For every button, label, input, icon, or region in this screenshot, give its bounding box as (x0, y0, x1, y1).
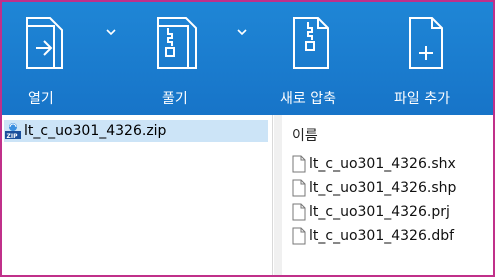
document-icon (292, 155, 306, 173)
add-file-button[interactable]: 파일 추가 (392, 16, 472, 112)
open-dropdown-icon[interactable] (106, 28, 116, 36)
extract-dropdown-icon[interactable] (237, 28, 247, 36)
extract-label: 풀기 (162, 91, 188, 107)
file-row[interactable]: lt_c_uo301_4326.shx (292, 153, 456, 175)
file-plus-icon (409, 17, 443, 69)
open-button[interactable]: 열기 (24, 16, 84, 112)
pane-splitter[interactable] (274, 115, 282, 275)
file-name: lt_c_uo301_4326.shx (309, 156, 456, 172)
extract-button[interactable]: 풀기 (156, 16, 216, 112)
folder-zip-icon (157, 17, 197, 69)
document-icon (292, 179, 306, 197)
document-icon (292, 227, 306, 245)
new-archive-label: 새로 압축 (280, 91, 336, 107)
file-row[interactable]: lt_c_uo301_4326.shp (292, 177, 456, 199)
column-header-name[interactable]: 이름 (292, 125, 318, 145)
document-icon (292, 203, 306, 221)
folder-tree: ZIP lt_c_uo301_4326.zip (2, 115, 273, 275)
file-row[interactable]: lt_c_uo301_4326.dbf (292, 225, 454, 247)
file-name: lt_c_uo301_4326.prj (309, 204, 450, 220)
open-label: 열기 (28, 91, 54, 107)
file-row[interactable]: lt_c_uo301_4326.prj (292, 201, 450, 223)
new-archive-button[interactable]: 새로 압축 (280, 16, 360, 112)
file-name: lt_c_uo301_4326.shp (309, 180, 457, 196)
app-window: 열기 풀기 새로 압축 파일 추가 ZIP lt_c_uo301_4326.zi… (0, 0, 495, 277)
archive-name: lt_c_uo301_4326.zip (24, 123, 167, 139)
zip-file-icon (293, 17, 329, 69)
tree-item-archive[interactable]: ZIP lt_c_uo301_4326.zip (4, 120, 268, 142)
add-file-label: 파일 추가 (394, 91, 450, 107)
file-list: 이름 lt_c_uo301_4326.shx lt_c_uo301_4326.s… (282, 115, 493, 275)
file-name: lt_c_uo301_4326.dbf (309, 228, 455, 244)
svg-text:ZIP: ZIP (7, 133, 19, 140)
zip-archive-icon: ZIP (5, 123, 21, 140)
folder-arrow-icon (26, 17, 63, 69)
toolbar: 열기 풀기 새로 압축 파일 추가 (2, 2, 493, 115)
